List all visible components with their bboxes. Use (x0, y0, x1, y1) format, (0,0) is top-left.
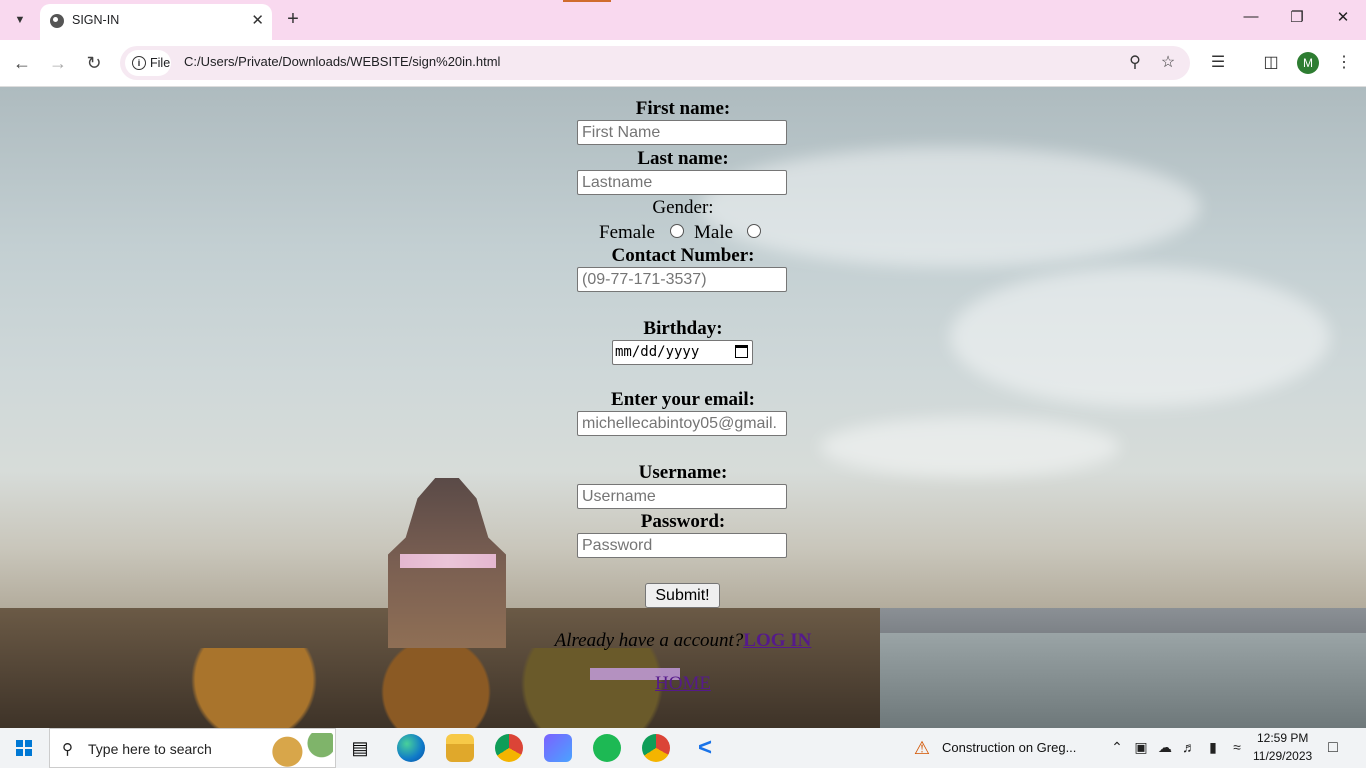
gender-male-radio[interactable] (747, 224, 761, 238)
tab-sign-in[interactable]: SIGN-IN ✕ (40, 4, 272, 40)
volume-icon[interactable]: ♬ (1180, 739, 1198, 755)
calendar-icon[interactable] (735, 345, 748, 358)
spotify-icon[interactable] (593, 734, 621, 762)
birthday-date-text: mm/dd/yyyy (615, 344, 700, 360)
tab-strip-accent (563, 0, 611, 2)
windows-start-icon[interactable] (16, 740, 32, 756)
extensions-puzzle-icon[interactable]: ☰ (1207, 52, 1229, 74)
minimize-icon[interactable]: — (1239, 8, 1263, 25)
first-name-input[interactable]: First Name (577, 120, 787, 145)
windows-taskbar: ⚲ Type here to search ▤ < ⚠ Construction… (0, 728, 1366, 768)
taskbar-search-box[interactable]: ⚲ Type here to search (49, 728, 336, 768)
tab-strip: ▼ SIGN-IN ✕ + — ❐ ✕ (0, 0, 1366, 40)
clock-time[interactable]: 12:59 PM (1257, 731, 1308, 745)
restore-icon[interactable]: ❐ (1285, 8, 1309, 26)
window-close-icon[interactable]: ✕ (1331, 8, 1355, 26)
last-name-input[interactable]: Lastname (577, 170, 787, 195)
forward-arrow-icon[interactable]: → (47, 52, 69, 74)
clock-date[interactable]: 11/29/2023 (1253, 749, 1312, 763)
site-info-chip[interactable]: i File (125, 50, 171, 76)
username-input[interactable]: Username (577, 484, 787, 509)
last-name-label: Last name: (637, 148, 729, 169)
username-label: Username: (638, 462, 728, 483)
edge-browser-icon[interactable] (397, 734, 425, 762)
file-explorer-icon[interactable] (446, 734, 474, 762)
taskbar-search-placeholder: Type here to search (88, 741, 212, 757)
tray-chevron-up-icon[interactable]: ⌃ (1108, 739, 1126, 756)
url-text[interactable]: C:/Users/Private/Downloads/WEBSITE/sign%… (184, 54, 500, 69)
zoom-magnifier-icon[interactable]: ⚲ (1124, 52, 1146, 74)
birthday-date-input[interactable]: mm/dd/yyyy (612, 340, 753, 365)
contact-number-label: Contact Number: (611, 245, 755, 266)
search-icon: ⚲ (62, 741, 73, 758)
side-panel-icon[interactable]: ◫ (1260, 52, 1282, 74)
email-input[interactable]: michellecabintoy05@gmail. (577, 411, 787, 436)
site-info-label: File (150, 56, 171, 70)
back-arrow-icon[interactable]: ← (11, 52, 33, 74)
email-label: Enter your email: (611, 389, 755, 410)
browser-toolbar: ← → ↻ i File C:/Users/Private/Downloads/… (0, 40, 1366, 87)
battery-icon[interactable]: ▮ (1204, 739, 1222, 756)
tab-search-chevron-icon[interactable]: ▼ (8, 8, 32, 32)
chrome-icon[interactable] (495, 734, 523, 762)
meet-camera-icon[interactable]: ▣ (1132, 739, 1150, 756)
first-name-label: First name: (635, 98, 731, 119)
castle-lights (400, 554, 496, 568)
search-highlight-art (257, 733, 333, 767)
login-link[interactable]: LOG IN (743, 630, 811, 651)
vscode-icon[interactable]: < (691, 734, 719, 762)
globe-icon (50, 14, 64, 28)
birthday-label: Birthday: (643, 318, 723, 339)
wifi-icon[interactable]: ≈ (1228, 739, 1246, 755)
notification-news-text[interactable]: Construction on Greg... (942, 740, 1076, 755)
bookmark-star-icon[interactable]: ☆ (1157, 52, 1179, 74)
info-icon: i (132, 56, 146, 70)
submit-button[interactable]: Submit! (645, 583, 720, 608)
already-have-account-text: Already have a account?LOG IN (0, 630, 1366, 652)
reload-icon[interactable]: ↻ (83, 52, 105, 74)
home-link[interactable]: HOME (655, 673, 711, 694)
new-tab-plus-icon[interactable]: + (282, 8, 304, 30)
home-link-row: HOME (0, 673, 1366, 695)
copilot-app-icon[interactable] (544, 734, 572, 762)
notification-center-icon[interactable]: □ (1324, 739, 1342, 757)
task-view-icon[interactable]: ▤ (346, 734, 374, 762)
gender-label: Gender: (652, 197, 714, 218)
gender-male-label: Male (694, 222, 734, 243)
traffic-alert-icon[interactable]: ⚠ (910, 734, 934, 762)
password-input[interactable]: Password (577, 533, 787, 558)
profile-avatar[interactable]: M (1297, 52, 1319, 74)
contact-number-input[interactable]: (09-77-171-3537) (577, 267, 787, 292)
tab-title: SIGN-IN (72, 13, 120, 27)
menu-kebab-icon[interactable]: ⋮ (1333, 52, 1355, 74)
tab-close-icon[interactable]: ✕ (251, 11, 264, 29)
gender-female-label: Female (599, 222, 655, 243)
chrome-profile-icon[interactable] (642, 734, 670, 762)
cloud-offline-icon[interactable]: ☁ (1156, 739, 1174, 756)
password-label: Password: (640, 511, 726, 532)
already-text: Already have a account? (554, 630, 744, 651)
address-bar[interactable]: i File C:/Users/Private/Downloads/WEBSIT… (120, 46, 1190, 80)
gender-female-radio[interactable] (670, 224, 684, 238)
